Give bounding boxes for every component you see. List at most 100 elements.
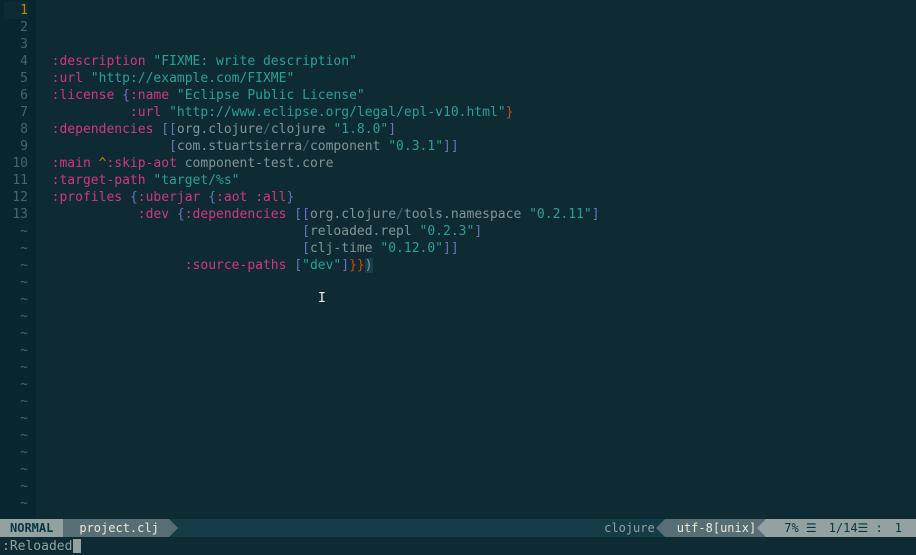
token-keyword: :dependencies (52, 122, 154, 137)
empty-line-tilde: ~ (4, 444, 28, 461)
filename-segment: project.clj (63, 519, 168, 537)
token-ident (36, 122, 52, 137)
token-ident (122, 190, 130, 205)
empty-line-tilde: ~ (4, 410, 28, 427)
line-number-gutter: 12345678910111213~~~~~~~~~~~~~~~~~ (0, 0, 36, 519)
code-line[interactable]: :license {:name "Eclipse Public License" (36, 87, 916, 104)
token-ident: component (310, 139, 380, 154)
token-ident (169, 207, 177, 222)
token-ident (36, 241, 302, 256)
token-bracket: { (122, 88, 130, 103)
token-ident (36, 139, 169, 154)
empty-line-tilde: ~ (4, 308, 28, 325)
token-bracket: ]] (443, 139, 459, 154)
token-ident: component-test.core (177, 156, 334, 171)
code-line[interactable]: :dev {:dependencies [[org.clojure/tools.… (36, 206, 916, 223)
token-keyword: :source-paths (185, 258, 287, 273)
line-number: 6 (4, 87, 28, 104)
line-number: 13 (4, 206, 28, 223)
token-ident: org.clojure (310, 207, 396, 222)
code-line[interactable]: [reloaded.repl "0.2.3"] (36, 223, 916, 240)
token-bracket: [ (294, 258, 302, 273)
code-line[interactable]: :url "http://www.eclipse.org/legal/epl-v… (36, 104, 916, 121)
code-line[interactable]: :profiles {:uberjar {:aot :all} (36, 189, 916, 206)
token-string: "target/%s" (153, 173, 239, 188)
token-string: "0.3.1" (388, 139, 443, 154)
empty-line-tilde: ~ (4, 461, 28, 478)
code-line[interactable]: :target-path "target/%s" (36, 172, 916, 189)
token-keyword: :dependencies (185, 207, 287, 222)
token-ident (36, 156, 52, 171)
token-keyword: :uberjar (138, 190, 201, 205)
status-bar: NORMAL project.clj clojure utf-8[unix] 7… (0, 519, 916, 537)
empty-line-tilde: ~ (4, 223, 28, 240)
token-bracket: [ (302, 224, 310, 239)
token-ident (36, 71, 52, 86)
token-ident (247, 190, 255, 205)
empty-line-tilde: ~ (4, 325, 28, 342)
token-string: "http://www.eclipse.org/legal/epl-v10.ht… (169, 105, 506, 120)
code-line[interactable]: :main ^:skip-aot component-test.core (36, 155, 916, 172)
token-keyword: :profiles (52, 190, 122, 205)
line-number: 10 (4, 155, 28, 172)
command-line[interactable]: :Reloaded (0, 537, 916, 555)
token-ident (161, 105, 169, 120)
token-ident (521, 207, 529, 222)
line-number: 3 (4, 36, 28, 53)
token-ident (114, 88, 122, 103)
token-ident (36, 207, 138, 222)
empty-line-tilde: ~ (4, 393, 28, 410)
token-bracket: [ (302, 241, 310, 256)
token-ident: tools.namespace (404, 207, 521, 222)
empty-line-tilde: ~ (4, 240, 28, 257)
token-ident (412, 224, 420, 239)
token-keyword: :skip-aot (106, 156, 176, 171)
percent-position: 7% ☰ (778, 521, 822, 535)
empty-line-tilde: ~ (4, 291, 28, 308)
code-line[interactable]: :dependencies [[org.clojure/clojure "1.8… (36, 121, 916, 138)
line-number: 8 (4, 121, 28, 138)
token-ident: com.stuartsierra (177, 139, 302, 154)
token-keyword: :aot (216, 190, 247, 205)
token-ident (36, 54, 52, 69)
token-bracket: { (177, 207, 185, 222)
token-bracket2: }} (349, 258, 365, 273)
token-ident (36, 105, 130, 120)
empty-line-tilde: ~ (4, 427, 28, 444)
code-area[interactable]: 12345678910111213~~~~~~~~~~~~~~~~~ I :de… (0, 0, 916, 519)
column-number: 1 (889, 521, 908, 535)
line-number: 9 (4, 138, 28, 155)
token-ident (36, 224, 302, 239)
token-ident (169, 88, 177, 103)
code-line[interactable]: [com.stuartsierra/component "0.3.1"]] (36, 138, 916, 155)
line-number: 12 (4, 189, 28, 206)
code-line[interactable]: :url "http://example.com/FIXME" (36, 70, 916, 87)
token-ident (91, 156, 99, 171)
token-ident: clojure (271, 122, 326, 137)
code-line[interactable]: :source-paths ["dev"]}}) (36, 257, 916, 274)
token-keyword: :license (52, 88, 115, 103)
token-keyword: :all (255, 190, 286, 205)
line-info: 1/14☰ : (823, 521, 889, 535)
line-number: 11 (4, 172, 28, 189)
token-string: "0.2.3" (420, 224, 475, 239)
token-keyword: :description (52, 54, 146, 69)
encoding-segment: utf-8[unix] (665, 519, 766, 537)
empty-line-tilde: ~ (4, 478, 28, 495)
token-ident: clj-time (310, 241, 373, 256)
code-line[interactable]: :description "FIXME: write description" (36, 53, 916, 70)
token-string: "1.8.0" (333, 122, 388, 137)
filetype-segment: clojure (594, 519, 665, 537)
token-keyword: :target-path (52, 173, 146, 188)
token-bracket: [ (169, 139, 177, 154)
command-cursor-icon (73, 539, 81, 553)
code-content[interactable]: I :description "FIXME: write description… (36, 0, 916, 519)
empty-line-tilde: ~ (4, 376, 28, 393)
token-highlight-paren: ) (365, 258, 373, 273)
token-ident: reloaded.repl (310, 224, 412, 239)
token-ident (83, 71, 91, 86)
token-string: "FIXME: write description" (153, 54, 357, 69)
code-line[interactable]: [clj-time "0.12.0"]] (36, 240, 916, 257)
empty-line-tilde: ~ (4, 495, 28, 512)
empty-line-tilde: ~ (4, 342, 28, 359)
